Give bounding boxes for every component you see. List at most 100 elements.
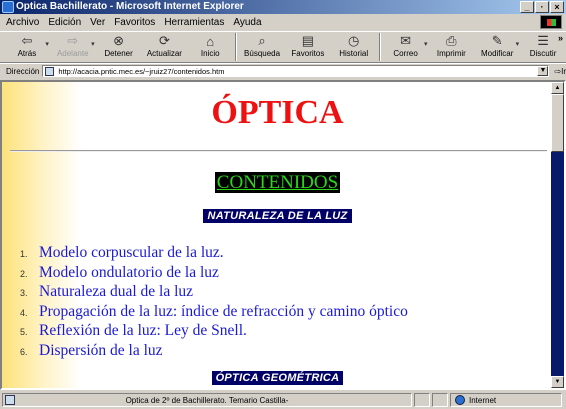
contents-heading: CONTENIDOS [214,172,341,193]
scroll-up-arrow-icon[interactable]: ▲ [551,82,564,94]
section-naturaleza-label: NATURALEZA DE LA LUZ [203,209,352,223]
window-title: Optica Bachillerato - Microsoft Internet… [16,1,244,12]
forward-arrow-icon: ⇨ [67,33,79,48]
refresh-icon: ⟳ [158,33,170,48]
list-number: 6. [20,346,28,357]
search-button[interactable]: ⌕ Búsqueda [239,32,285,62]
windows-logo-icon [540,15,562,29]
list-number: 3. [20,288,28,298]
address-dropdown-icon[interactable]: ▼ [537,66,549,76]
edit-button[interactable]: ✎ Modificar ▾ [474,32,520,62]
list-number: 5. [20,327,28,337]
topic-list: 1. Modelo corpuscular de la luz. 2. Modelo… [20,244,408,361]
stop-icon: ⊗ [113,33,125,48]
toolbar-separator [378,33,381,61]
stop-button[interactable]: ⊗ Detener [96,32,142,62]
print-button[interactable]: ⎙ Imprimir [428,32,474,62]
back-arrow-icon: ⇦ [21,33,33,48]
topic-link[interactable]: Dispersión de la luz [39,342,163,360]
stop-label: Detener [104,49,133,58]
page-title: ÓPTICA [211,94,344,131]
scroll-down-arrow-icon[interactable]: ▼ [551,376,564,388]
topic-link[interactable]: Modelo corpuscular de la luz. [39,244,224,262]
internet-globe-icon [455,395,465,405]
toolbar-separator [235,33,238,61]
mail-label: Correo [393,49,418,58]
refresh-label: Actualizar [146,49,182,58]
search-icon: ⌕ [258,33,266,48]
topic-link[interactable]: Modelo ondulatorio de la luz [39,264,219,282]
home-label: Inicio [200,49,220,58]
list-item: 6. Dispersión de la luz [20,342,408,362]
topic-link[interactable]: Reflexión de la luz: Ley de Snell. [39,322,247,340]
menu-bar: Archivo Edición Ver Favoritos Herramient… [0,14,566,30]
page-icon [45,67,55,76]
maximize-button[interactable]: · [535,1,549,13]
history-button[interactable]: ◷ Historial [331,32,377,62]
back-dropdown-icon[interactable]: ▾ [45,40,49,48]
minimize-button[interactable]: _ [520,1,534,13]
back-button[interactable]: ⇦ Atrás ▾ [4,32,50,62]
discuss-label: Discutir [529,49,557,58]
refresh-button[interactable]: ⟳ Actualizar [141,32,187,62]
list-item: 5. Reflexión de la luz: Ley de Snell. [20,322,408,342]
topic-link[interactable]: Naturaleza dual de la luz [39,283,193,301]
go-label: Ir [561,66,566,76]
section-optica-geometrica-label: ÓPTICA GEOMÉTRICA [211,371,344,385]
go-button[interactable]: ⇨Ir [554,67,566,76]
favorites-button[interactable]: ▤ Favoritos [285,32,331,62]
menu-ver[interactable]: Ver [90,17,105,28]
list-item: 2. Modelo ondulatorio de la luz [20,264,408,284]
status-text-pane: Optica de 2º de Bachillerato. Temario Ca… [2,393,412,407]
menu-favoritos[interactable]: Favoritos [114,17,155,28]
forward-button[interactable]: ⇨ Adelante ▾ [50,32,96,62]
vertical-scrollbar[interactable]: ▲ ▼ [551,82,564,388]
edit-dropdown-icon[interactable]: ▾ [516,40,520,48]
toolbar-more-chevron-icon[interactable]: » [558,33,563,43]
page-viewport: ÓPTICA CONTENIDOS NATURALEZA DE LA LUZ 1… [0,80,566,390]
back-label: Atrás [17,49,37,58]
forward-label: Adelante [56,49,89,58]
list-item: 4. Propagación de la luz: índice de refra… [20,303,408,323]
list-item: 3. Naturaleza dual de la luz [20,283,408,303]
mail-icon: ✉ [400,33,411,48]
address-label: Dirección [6,66,40,76]
status-pane [414,393,430,407]
mail-button[interactable]: ✉ Correo ▾ [383,32,429,62]
menu-ayuda[interactable]: Ayuda [233,17,261,28]
contents-heading-container: CONTENIDOS [2,172,553,194]
close-button[interactable]: × [550,1,564,13]
window-title-bar[interactable]: Optica Bachillerato - Microsoft Internet… [0,0,566,14]
standard-toolbar: ⇦ Atrás ▾ ⇨ Adelante ▾ ⊗ Detener ⟳ Actua… [0,31,566,63]
menu-herramientas[interactable]: Herramientas [164,17,224,28]
topic-link[interactable]: Propagación de la luz: índice de refracc… [39,303,408,321]
address-input[interactable]: http://acacia.pntic.mec.es/~jruiz27/cont… [42,65,550,77]
status-bar: Optica de 2º de Bachillerato. Temario Ca… [0,391,566,409]
list-number: 4. [20,307,28,318]
home-icon: ⌂ [206,33,215,49]
status-text: Optica de 2º de Bachillerato. Temario Ca… [125,395,289,405]
list-number: 2. [20,268,28,279]
print-label: Imprimir [436,49,466,58]
address-bar: Dirección http://acacia.pntic.mec.es/~jr… [0,63,566,78]
scrollbar-thumb[interactable] [551,94,564,152]
home-button[interactable]: ⌂ Inicio [187,32,233,62]
edit-icon: ✎ [491,33,503,48]
zone-label: Internet [469,395,497,405]
list-item: 1. Modelo corpuscular de la luz. [20,244,408,264]
edit-label: Modificar [480,49,514,58]
forward-dropdown-icon[interactable]: ▾ [91,40,95,48]
menu-archivo[interactable]: Archivo [6,17,39,28]
security-zone-pane: Internet [450,393,562,407]
horizontal-rule [10,150,547,152]
history-icon: ◷ [348,33,360,48]
section-label-container: NATURALEZA DE LA LUZ [2,209,553,223]
list-number: 1. [20,249,28,259]
address-url: http://acacia.pntic.mec.es/~jruiz27/cont… [58,66,225,76]
menu-edicion[interactable]: Edición [48,17,81,28]
history-label: Historial [339,49,369,58]
discuss-icon: ☰ [537,33,549,48]
status-pane [432,393,448,407]
ie-app-icon[interactable] [2,1,14,13]
mail-dropdown-icon[interactable]: ▾ [424,40,428,48]
